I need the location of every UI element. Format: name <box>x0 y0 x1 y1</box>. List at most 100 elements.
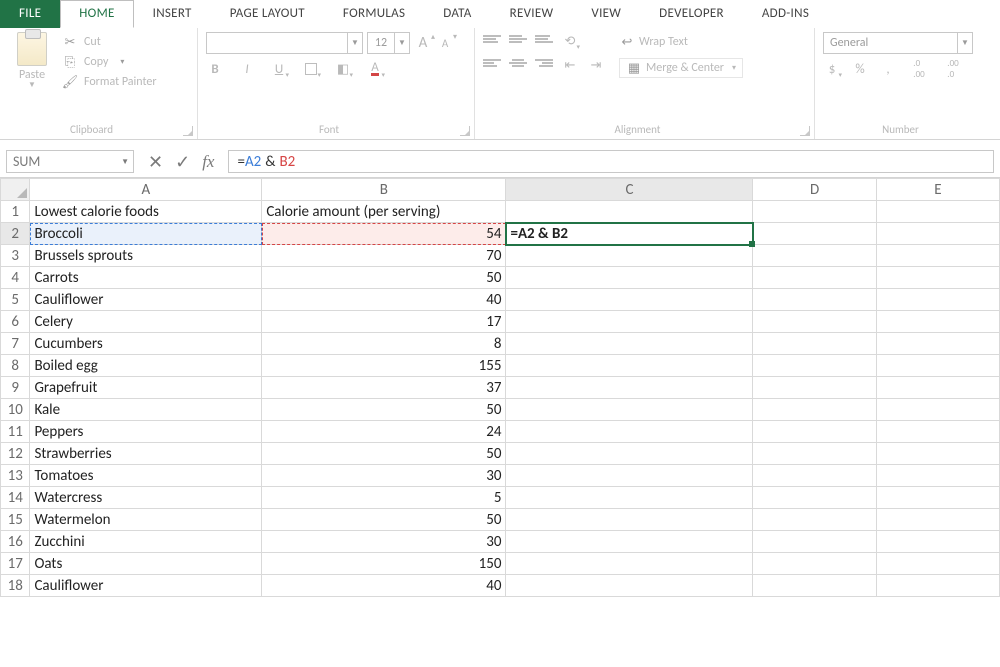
font-size-select[interactable]: 12▼ <box>367 32 410 54</box>
cell[interactable]: 30 <box>262 531 506 553</box>
cell[interactable] <box>506 333 753 355</box>
row-header[interactable]: 15 <box>1 509 30 531</box>
cell[interactable] <box>506 509 753 531</box>
cell[interactable] <box>506 443 753 465</box>
row-header[interactable]: 18 <box>1 575 30 597</box>
cell[interactable] <box>753 399 876 421</box>
align-bottom-button[interactable] <box>535 34 553 48</box>
cell[interactable] <box>876 443 999 465</box>
cell[interactable] <box>876 575 999 597</box>
cell[interactable]: 50 <box>262 267 506 289</box>
row-header[interactable]: 1 <box>1 201 30 223</box>
copy-button[interactable]: ⎘Copy▾ <box>62 54 157 70</box>
cell[interactable] <box>876 377 999 399</box>
cell[interactable]: =A2 & B2 <box>506 223 753 245</box>
col-header-a[interactable]: A <box>30 179 262 201</box>
row-header[interactable]: 3 <box>1 245 30 267</box>
cell[interactable]: Grapefruit <box>30 377 262 399</box>
decrease-font-button[interactable]: A▾ <box>436 34 454 52</box>
cell[interactable]: Boiled egg <box>30 355 262 377</box>
cell[interactable] <box>876 289 999 311</box>
cell[interactable]: 40 <box>262 575 506 597</box>
row-header[interactable]: 9 <box>1 377 30 399</box>
cell[interactable]: Watermelon <box>30 509 262 531</box>
tab-developer[interactable]: DEVELOPER <box>640 0 743 28</box>
row-header[interactable]: 14 <box>1 487 30 509</box>
row-header[interactable]: 13 <box>1 465 30 487</box>
bold-button[interactable]: B <box>206 60 224 78</box>
spreadsheet-grid[interactable]: A B C D E 1Lowest calorie foodsCalorie a… <box>0 178 1000 597</box>
cell[interactable]: Kale <box>30 399 262 421</box>
paste-button[interactable]: Paste ▼ <box>8 32 56 90</box>
cell[interactable]: Tomatoes <box>30 465 262 487</box>
cell[interactable] <box>506 355 753 377</box>
cell[interactable]: Brussels sprouts <box>30 245 262 267</box>
dialog-launcher-icon[interactable] <box>460 126 470 136</box>
cell[interactable]: Cauliflower <box>30 575 262 597</box>
col-header-d[interactable]: D <box>753 179 876 201</box>
cell[interactable]: Celery <box>30 311 262 333</box>
cell[interactable] <box>753 333 876 355</box>
tab-home[interactable]: HOME <box>60 0 133 28</box>
cell[interactable] <box>876 267 999 289</box>
format-painter-button[interactable]: 🖌Format Painter <box>62 74 157 90</box>
tab-formulas[interactable]: FORMULAS <box>324 0 424 28</box>
cell[interactable] <box>753 487 876 509</box>
cell[interactable]: 30 <box>262 465 506 487</box>
col-header-b[interactable]: B <box>262 179 506 201</box>
tab-insert[interactable]: INSERT <box>134 0 211 28</box>
cell[interactable]: 155 <box>262 355 506 377</box>
cell[interactable] <box>506 465 753 487</box>
name-box[interactable]: SUM▼ <box>6 150 134 173</box>
cell[interactable]: Peppers <box>30 421 262 443</box>
cell[interactable]: Broccoli <box>30 223 262 245</box>
cell[interactable] <box>753 377 876 399</box>
formula-input[interactable]: =A2&B2 <box>228 150 994 173</box>
cell[interactable] <box>753 443 876 465</box>
row-header[interactable]: 17 <box>1 553 30 575</box>
currency-button[interactable]: $ <box>823 60 841 78</box>
cell[interactable] <box>506 399 753 421</box>
align-center-button[interactable] <box>509 58 527 72</box>
cell[interactable]: Oats <box>30 553 262 575</box>
cell[interactable] <box>506 531 753 553</box>
border-button[interactable] <box>302 60 320 78</box>
cell[interactable] <box>506 421 753 443</box>
percent-button[interactable]: % <box>851 60 869 78</box>
select-all-corner[interactable] <box>1 179 30 201</box>
cell[interactable]: 54 <box>262 223 506 245</box>
cell[interactable] <box>753 355 876 377</box>
cell[interactable] <box>876 333 999 355</box>
orientation-button[interactable]: ⟲ <box>561 32 579 50</box>
cell[interactable] <box>753 509 876 531</box>
row-header[interactable]: 8 <box>1 355 30 377</box>
col-header-e[interactable]: E <box>876 179 999 201</box>
cell[interactable]: Zucchini <box>30 531 262 553</box>
cell[interactable] <box>506 553 753 575</box>
row-header[interactable]: 5 <box>1 289 30 311</box>
cell[interactable] <box>506 289 753 311</box>
row-header[interactable]: 7 <box>1 333 30 355</box>
cell[interactable]: 150 <box>262 553 506 575</box>
cell[interactable]: 5 <box>262 487 506 509</box>
cell[interactable] <box>753 553 876 575</box>
cell[interactable] <box>506 487 753 509</box>
cell[interactable]: 40 <box>262 289 506 311</box>
cell[interactable] <box>753 311 876 333</box>
align-middle-button[interactable] <box>509 34 527 48</box>
cell[interactable] <box>753 575 876 597</box>
cell[interactable] <box>506 245 753 267</box>
row-header[interactable]: 12 <box>1 443 30 465</box>
cell[interactable] <box>753 245 876 267</box>
wrap-text-button[interactable]: ↩Wrap Text <box>619 34 743 50</box>
cell[interactable]: 50 <box>262 509 506 531</box>
cell[interactable]: Calorie amount (per serving) <box>262 201 506 223</box>
cell[interactable] <box>876 223 999 245</box>
decrease-indent-button[interactable]: ⇤ <box>561 56 579 74</box>
tab-view[interactable]: VIEW <box>572 0 640 28</box>
cell[interactable] <box>876 509 999 531</box>
cell[interactable] <box>753 531 876 553</box>
cell[interactable]: Cauliflower <box>30 289 262 311</box>
cell[interactable] <box>753 421 876 443</box>
tab-page-layout[interactable]: PAGE LAYOUT <box>211 0 324 28</box>
